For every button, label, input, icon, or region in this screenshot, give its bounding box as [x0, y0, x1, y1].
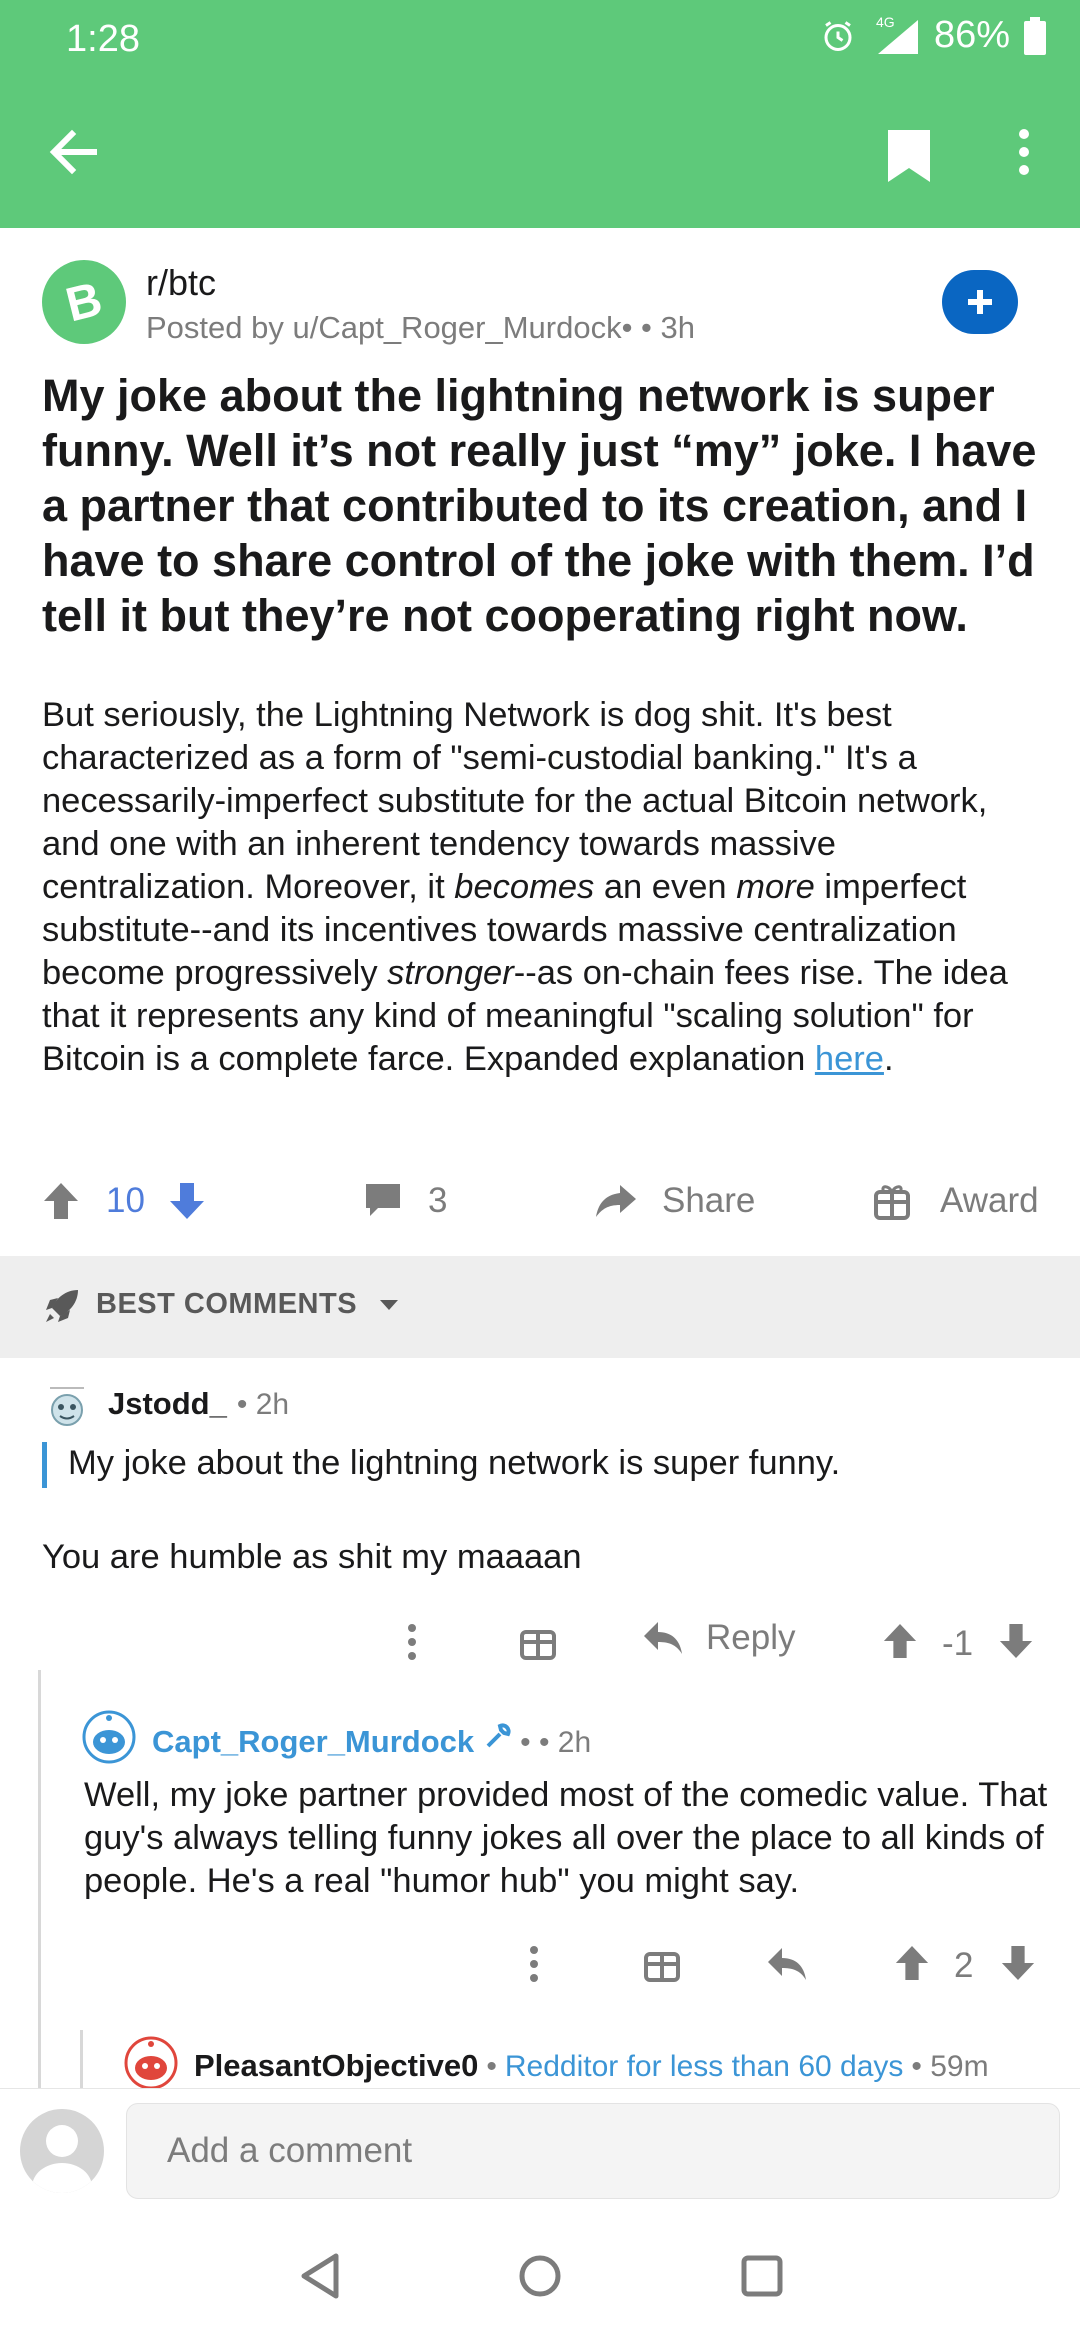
- comment-age: • • 2h: [520, 1726, 592, 1759]
- award-button[interactable]: Award: [874, 1164, 1039, 1238]
- more-vertical-icon: [1019, 129, 1029, 175]
- thread-line[interactable]: [38, 1670, 41, 2088]
- join-subreddit-button[interactable]: [942, 270, 1018, 334]
- comment-age: • 59m: [911, 2050, 989, 2083]
- upvote-button[interactable]: [42, 1164, 80, 1238]
- reply-label: Reply: [706, 1618, 796, 1657]
- comment-author[interactable]: PleasantObjective0: [194, 2048, 478, 2084]
- upvote-arrow-icon[interactable]: [882, 1622, 918, 1660]
- bookmark-icon: [888, 130, 930, 182]
- post-body-emphasis: more: [736, 868, 815, 906]
- quoted-text: My joke about the lightning network is s…: [68, 1444, 841, 1482]
- plus-icon: [968, 290, 992, 314]
- upvote-arrow-icon: [44, 1183, 78, 1219]
- subreddit-avatar[interactable]: B: [42, 260, 126, 344]
- comment-bubble-icon: [366, 1184, 400, 1216]
- thread-line[interactable]: [80, 2030, 83, 2090]
- share-arrow-icon: [596, 1185, 636, 1217]
- more-options-button[interactable]: [1004, 120, 1044, 184]
- reply-arrow-icon[interactable]: [766, 1946, 808, 1982]
- post-body: But seriously, the Lightning Network is …: [42, 694, 1047, 1081]
- nav-home-icon[interactable]: [518, 2254, 562, 2298]
- separator: •: [486, 2050, 497, 2083]
- user-avatar[interactable]: [46, 1382, 88, 1430]
- app-bar: 1:28 4G 86%: [0, 0, 1080, 228]
- alarm-icon: [824, 20, 852, 51]
- comments-button[interactable]: 3: [364, 1164, 447, 1238]
- comment-sort-bar[interactable]: BEST COMMENTS: [0, 1256, 1080, 1358]
- battery-percent: 86%: [933, 14, 1010, 56]
- more-vertical-icon[interactable]: [406, 1622, 418, 1662]
- comment-age: • 2h: [236, 1388, 290, 1421]
- upvote-arrow-icon[interactable]: [894, 1944, 930, 1982]
- comment-header: Jstodd_ • 2h: [108, 1386, 289, 1422]
- sort-label: BEST COMMENTS: [96, 1288, 400, 1321]
- back-button[interactable]: [42, 120, 106, 184]
- comment-body: You are humble as shit my maaaan: [42, 1538, 582, 1576]
- reply-button[interactable]: Reply: [642, 1618, 795, 1658]
- comments-count: 3: [428, 1181, 448, 1220]
- post-body-emphasis: stronger: [387, 954, 514, 992]
- post-body-emphasis: becomes: [454, 868, 595, 906]
- rocket-icon: [46, 1290, 78, 1322]
- comment-score: -1: [942, 1624, 974, 1663]
- award-label: Award: [940, 1181, 1039, 1220]
- subreddit-name[interactable]: r/btc: [146, 262, 216, 304]
- comment-author[interactable]: Capt_Roger_Murdock: [152, 1724, 474, 1760]
- post-title: My joke about the lightning network is s…: [42, 370, 1037, 641]
- user-avatar[interactable]: [124, 2036, 178, 2090]
- nav-back-icon[interactable]: [298, 2252, 342, 2300]
- back-arrow-icon: [49, 129, 97, 175]
- downvote-arrow-icon[interactable]: [1000, 1944, 1036, 1982]
- sort-label-text: BEST COMMENTS: [96, 1288, 358, 1320]
- gift-icon: [874, 1185, 910, 1220]
- post-body-text: .: [883, 1040, 894, 1078]
- user-flair: Redditor for less than 60 days: [504, 2050, 904, 2083]
- add-comment-input[interactable]: Add a comment: [126, 2103, 1060, 2199]
- post-body-text: an even: [594, 868, 737, 906]
- status-time: 1:28: [66, 18, 140, 60]
- bitcoin-cash-icon: B: [61, 273, 107, 332]
- reply-arrow-icon: [644, 1622, 682, 1654]
- comment-header: PleasantObjective0 • Redditor for less t…: [194, 2048, 989, 2084]
- downvote-arrow-icon[interactable]: [998, 1622, 1034, 1660]
- post-author-line[interactable]: Posted by u/Capt_Roger_Murdock• • 3h: [146, 310, 695, 346]
- current-user-avatar[interactable]: [20, 2109, 104, 2193]
- post-score: 10: [106, 1181, 145, 1220]
- svg-text:B: B: [61, 273, 107, 332]
- comment-author[interactable]: Jstodd_: [108, 1386, 227, 1422]
- nav-recents-icon[interactable]: [740, 2254, 784, 2298]
- share-button[interactable]: Share: [594, 1164, 755, 1238]
- comment-score: 2: [954, 1946, 974, 1985]
- downvote-arrow-icon: [170, 1183, 204, 1219]
- battery-icon: [1024, 16, 1046, 55]
- share-label: Share: [662, 1181, 756, 1220]
- user-silhouette-icon: [32, 2125, 92, 2193]
- post-action-bar: 10 3 Share Award: [0, 1164, 1080, 1238]
- save-post-button[interactable]: [882, 124, 936, 188]
- comment-composer: Add a comment: [0, 2088, 1080, 2218]
- user-avatar[interactable]: [82, 1710, 136, 1764]
- downvote-button[interactable]: [168, 1164, 206, 1238]
- comment-header: Capt_Roger_Murdock • • 2h: [152, 1722, 591, 1760]
- network-type: 4G: [875, 13, 895, 30]
- caret-down-icon: [379, 1300, 398, 1311]
- moderator-wrench-icon: [486, 1723, 511, 1748]
- quote-bar: [42, 1442, 47, 1488]
- gift-icon[interactable]: [520, 1622, 556, 1660]
- comment-action-bar: 2: [520, 1934, 1040, 1994]
- system-nav-bar: [0, 2218, 1080, 2340]
- expanded-explanation-link[interactable]: here: [815, 1040, 884, 1078]
- more-vertical-icon[interactable]: [528, 1944, 540, 1984]
- signal-icon: 4G: [870, 13, 920, 56]
- comment-body: Well, my joke partner provided most of t…: [84, 1776, 1048, 1900]
- comment-action-bar: Reply -1: [396, 1612, 1036, 1672]
- status-icons: 4G 86%: [820, 14, 1046, 57]
- gift-icon[interactable]: [644, 1944, 680, 1982]
